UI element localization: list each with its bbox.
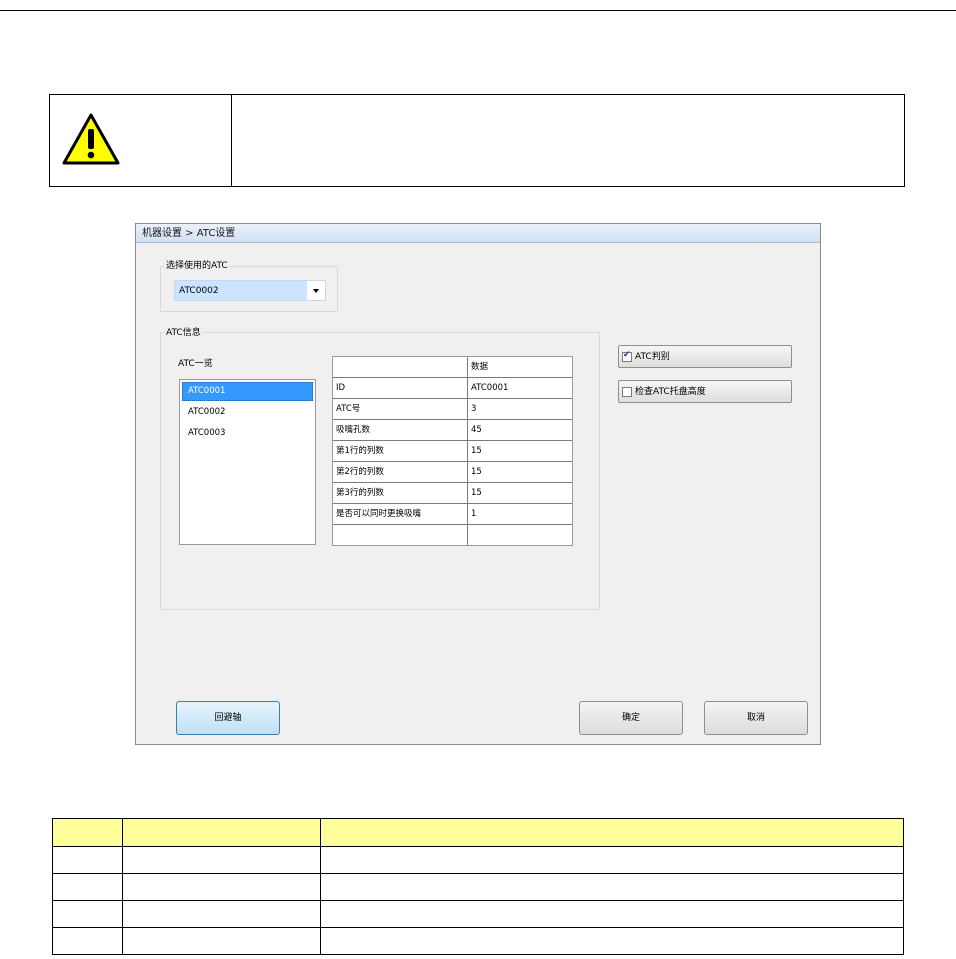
- table-header-cell: [52, 818, 123, 847]
- list-item[interactable]: ATC0003: [182, 424, 313, 443]
- grid-header-cell: 数据: [471, 362, 489, 372]
- warning-box: [49, 94, 905, 187]
- grid-row-value[interactable]: 1: [468, 504, 572, 524]
- warning-triangle-icon: [61, 111, 121, 167]
- return-axis-button[interactable]: 回避轴: [176, 701, 280, 735]
- table-header-cell: [320, 818, 904, 847]
- cancel-button[interactable]: 取消: [704, 701, 808, 735]
- grid-row-value[interactable]: 15: [468, 462, 572, 482]
- checkbox-checked[interactable]: ✔: [622, 350, 632, 362]
- table-cell: [122, 900, 321, 928]
- dropdown-button[interactable]: [307, 281, 325, 300]
- table-cell: [52, 873, 123, 901]
- table-cell: [52, 927, 123, 955]
- table-cell: [320, 927, 904, 955]
- grid-row-label: 第3行的列数: [336, 488, 384, 498]
- table-cell: [52, 900, 123, 928]
- grid-row-value[interactable]: 15: [468, 441, 572, 461]
- checkmark-icon: ✔: [623, 350, 631, 360]
- select-atc-group-label: 选择使用的ATC: [164, 258, 230, 271]
- grid-row-label: 是否可以同时更换吸嘴: [336, 509, 422, 519]
- grid-row-value[interactable]: 45: [468, 420, 572, 440]
- checkbox-label: ATC判别: [635, 352, 670, 362]
- warning-box-divider: [231, 95, 232, 186]
- list-item[interactable]: ATC0002: [182, 403, 313, 422]
- grid-row-label: ID: [336, 383, 346, 393]
- grid-row-value[interactable]: 15: [468, 483, 572, 503]
- grid-row-label: ATC号: [336, 404, 361, 414]
- table-cell: [320, 873, 904, 901]
- atc-list-label: ATC一览: [178, 359, 213, 369]
- table-cell: [122, 873, 321, 901]
- page-header-rule: [0, 10, 956, 11]
- table-cell: [122, 846, 321, 874]
- table-cell: [52, 846, 123, 874]
- list-item[interactable]: ATC0001: [182, 382, 313, 401]
- grid-line: [333, 524, 572, 525]
- atc-select-dropdown[interactable]: ATC0002: [174, 280, 326, 301]
- atc-select-value: ATC0002: [179, 286, 219, 296]
- description-table: [52, 818, 904, 955]
- atc-listbox[interactable]: ATC0001 ATC0002 ATC0003: [179, 379, 316, 545]
- table-row: [52, 846, 904, 874]
- checkbox-label: 检查ATC托盘高度: [635, 387, 706, 397]
- chevron-down-icon: [313, 289, 319, 293]
- table-cell: [320, 900, 904, 928]
- atc-identify-checkbox[interactable]: ✔ ATC判别: [618, 345, 792, 368]
- atc-info-group-label: ATC信息: [164, 325, 203, 338]
- table-cell: [122, 927, 321, 955]
- atc-data-grid[interactable]: 数据 ID ATC0001 ATC号 3 吸嘴孔数 45 第1行的列数 15 第…: [332, 356, 573, 546]
- table-cell: [320, 846, 904, 874]
- checkbox-unchecked[interactable]: [622, 387, 632, 397]
- grid-row-label: 第2行的列数: [336, 467, 384, 477]
- table-header-cell: [122, 818, 321, 847]
- table-row: [52, 927, 904, 955]
- table-row: [52, 873, 904, 901]
- table-row: [52, 900, 904, 928]
- grid-row-value[interactable]: 3: [468, 399, 572, 419]
- check-atc-tray-height-checkbox[interactable]: 检查ATC托盘高度: [618, 380, 792, 403]
- dialog-title: 机器设置 > ATC设置: [136, 224, 820, 243]
- grid-row-label: 吸嘴孔数: [336, 425, 371, 435]
- grid-row-value[interactable]: ATC0001: [468, 378, 572, 398]
- ok-button[interactable]: 确定: [579, 701, 683, 735]
- grid-row-label: 第1行的列数: [336, 446, 384, 456]
- atc-settings-dialog: 机器设置 > ATC设置 选择使用的ATC ATC0002 ATC信息 ATC一…: [135, 223, 821, 745]
- table-header-row: [52, 818, 904, 847]
